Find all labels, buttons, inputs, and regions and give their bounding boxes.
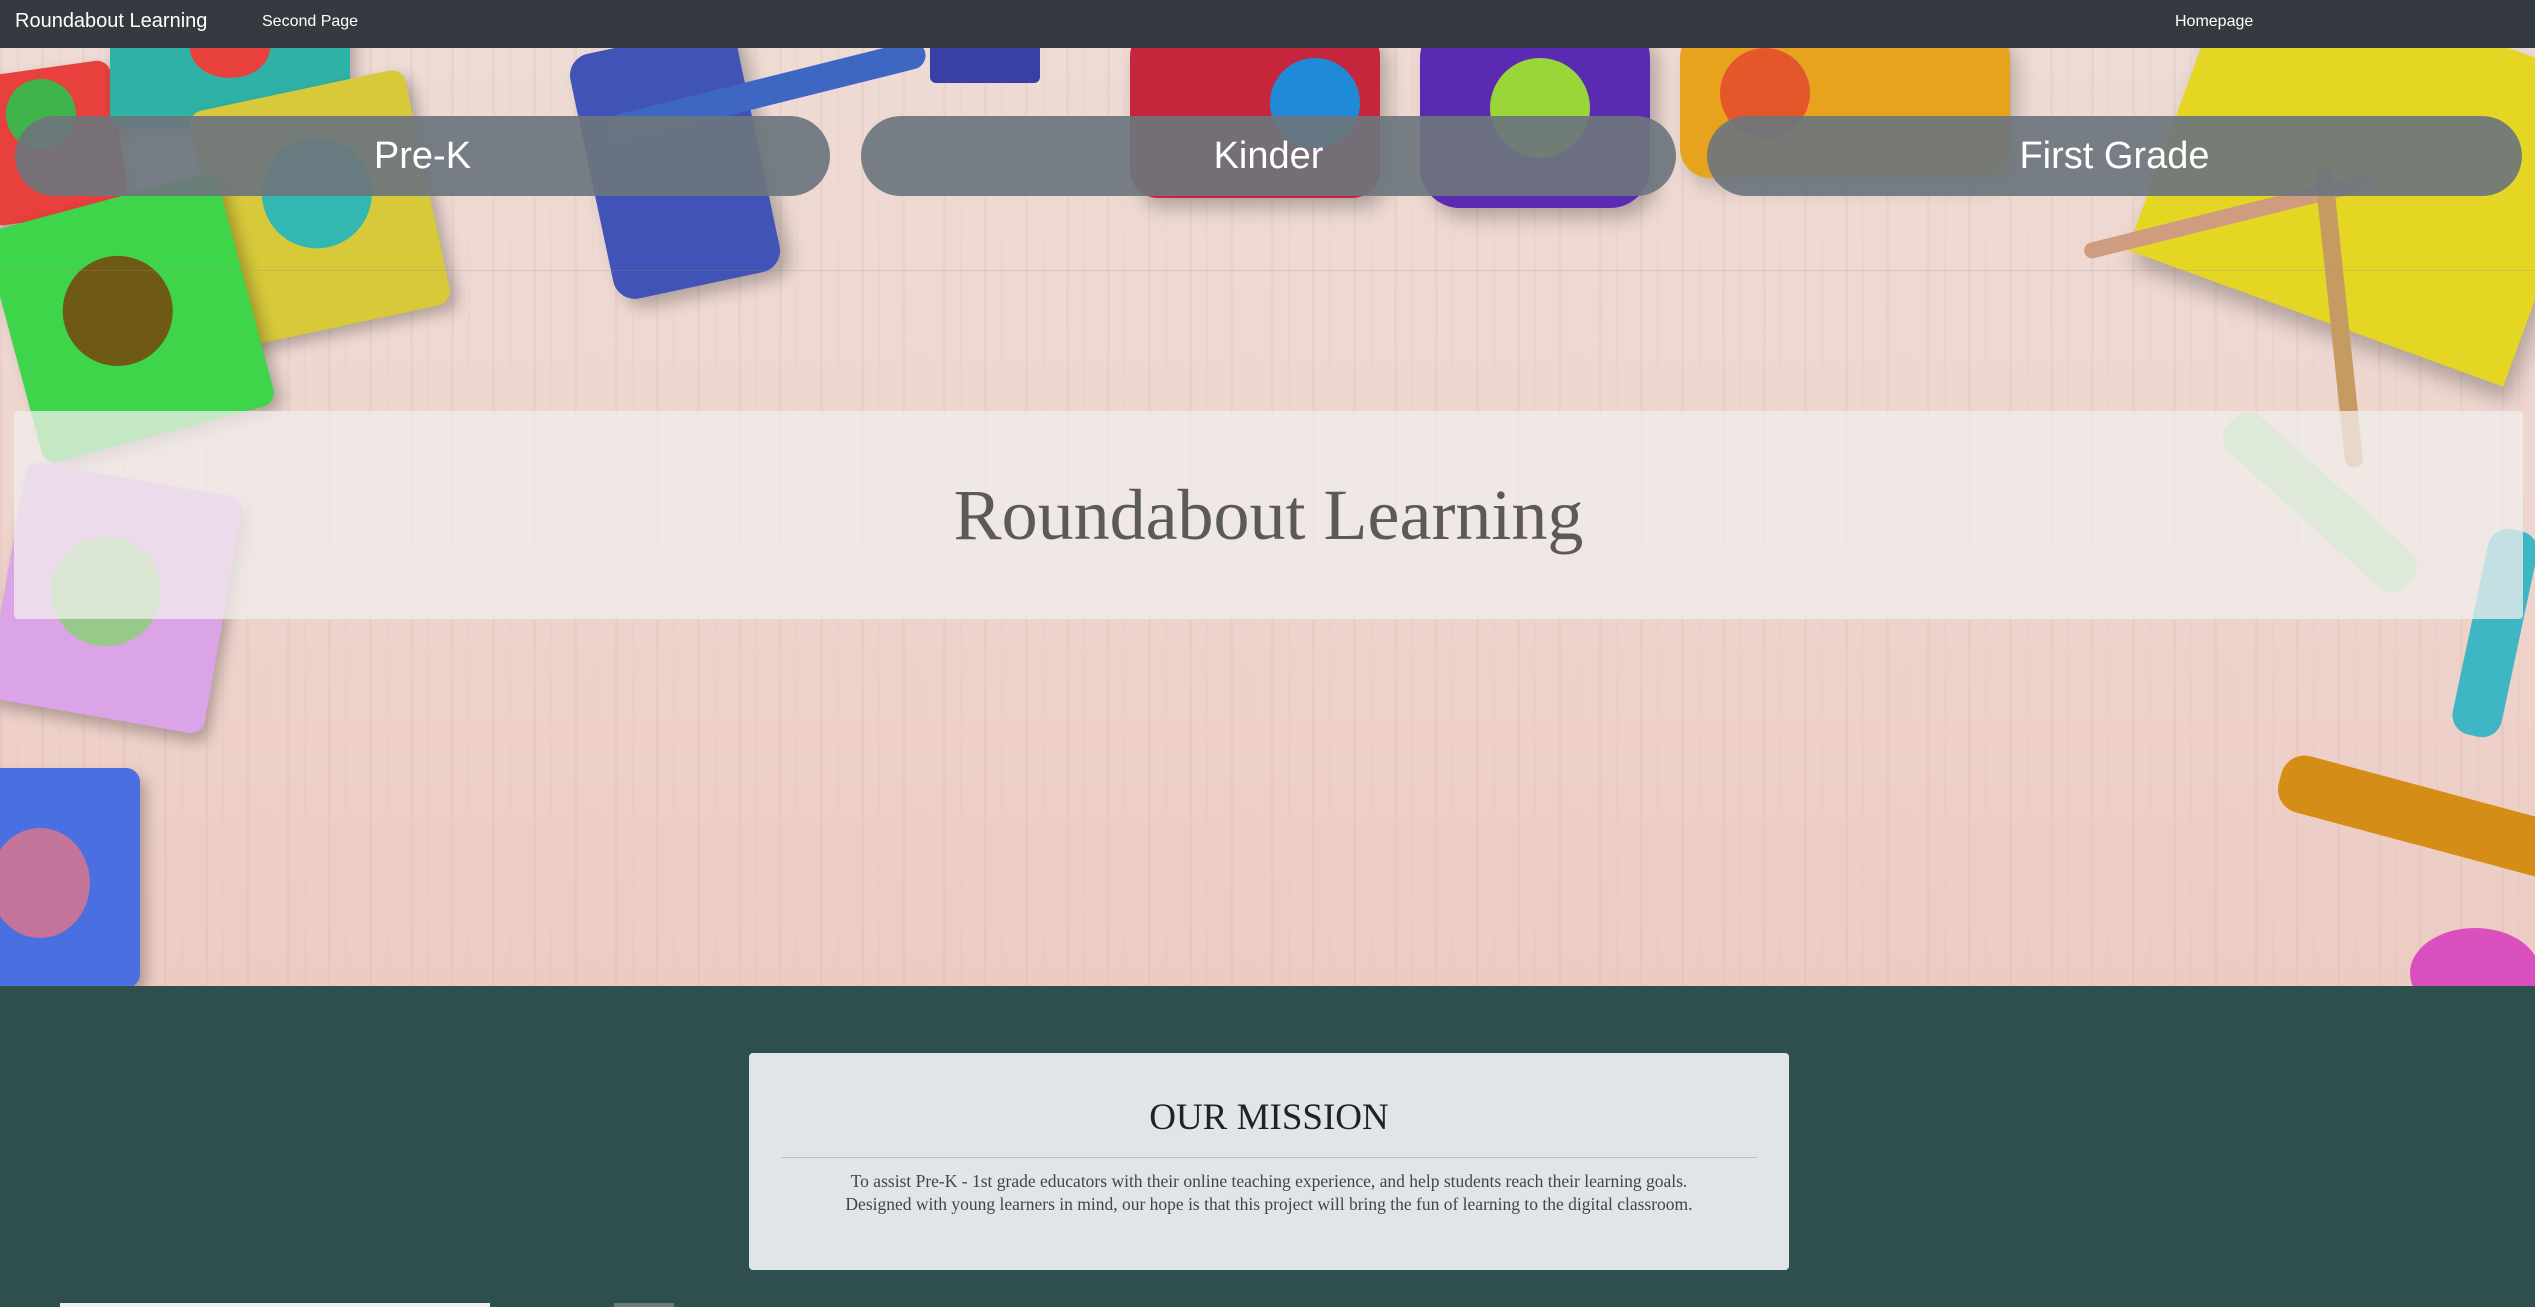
pre-k-button[interactable]: Pre-K (15, 116, 830, 196)
mission-line-1: To assist Pre-K - 1st grade educators wi… (850, 1171, 1688, 1191)
bottom-scroll-indicator-secondary (614, 1303, 674, 1307)
kinder-button[interactable]: Kinder (861, 116, 1676, 196)
hero-title: Roundabout Learning (953, 474, 1584, 555)
nav-link-homepage[interactable]: Homepage (2175, 13, 2253, 31)
mission-heading: OUR MISSION (1149, 1097, 1389, 1138)
top-navbar: Roundabout Learning Second Page Homepage (0, 0, 2535, 48)
hero-section: Pre-K Kinder First Grade Roundabout Lear… (0, 48, 2535, 986)
divider (0, 270, 2535, 271)
first-grade-button[interactable]: First Grade (1707, 116, 2522, 196)
mission-text: To assist Pre-K - 1st grade educators wi… (769, 1170, 1769, 1216)
mission-card: OUR MISSION To assist Pre-K - 1st grade … (749, 1053, 1789, 1270)
mission-divider (781, 1157, 1757, 1158)
brand-link[interactable]: Roundabout Learning (15, 10, 207, 33)
mission-line-2: Designed with young learners in mind, ou… (845, 1194, 1693, 1214)
hero-title-band: Roundabout Learning (14, 411, 2523, 619)
bottom-scroll-indicator (60, 1303, 490, 1307)
nav-link-second-page[interactable]: Second Page (262, 13, 358, 31)
